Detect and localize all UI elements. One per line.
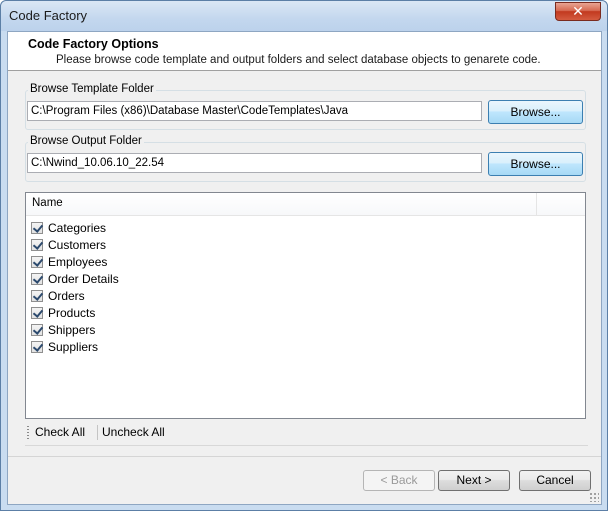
list-item[interactable]: Order Details	[31, 270, 119, 287]
list-item-label: Shippers	[48, 322, 96, 337]
list-item[interactable]: Shippers	[31, 321, 95, 338]
checked-checkbox-icon[interactable]	[31, 238, 43, 251]
list-item-label: Customers	[48, 237, 107, 252]
list-item[interactable]: Products	[31, 304, 95, 321]
list-item-label: Employees	[48, 254, 108, 269]
check-all-button[interactable]: Check All	[35, 425, 85, 439]
checked-checkbox-icon[interactable]	[31, 306, 43, 319]
list-item[interactable]: Employees	[31, 253, 107, 270]
checked-checkbox-icon[interactable]	[31, 272, 43, 285]
template-folder-input[interactable]: C:\Program Files (x86)\Database Master\C…	[27, 101, 482, 121]
checked-checkbox-icon[interactable]	[31, 255, 43, 268]
next-button[interactable]: Next >	[438, 470, 510, 491]
back-button[interactable]: < Back	[363, 470, 435, 491]
close-icon: ✕	[572, 3, 584, 19]
list-item[interactable]: Categories	[31, 219, 106, 236]
window-title: Code Factory	[9, 8, 88, 23]
list-item-label: Order Details	[48, 271, 119, 286]
toolbar-separator	[97, 425, 98, 440]
resize-grip-icon[interactable]	[589, 492, 599, 502]
list-item-label: Suppliers	[48, 339, 99, 354]
header-title: Code Factory Options	[28, 37, 159, 51]
list-header: Name	[26, 193, 585, 216]
code-factory-window: Code Factory ✕ Code Factory Options Plea…	[0, 0, 608, 511]
list-item-label: Categories	[48, 220, 107, 235]
dialog-client-area: Code Factory Options Please browse code …	[7, 31, 602, 505]
title-bar[interactable]: Code Factory ✕	[1, 1, 607, 31]
header-panel: Code Factory Options Please browse code …	[8, 32, 601, 71]
list-item[interactable]: Suppliers	[31, 338, 98, 355]
list-item[interactable]: Orders	[31, 287, 85, 304]
list-toolbar: Check All Uncheck All	[25, 420, 588, 446]
footer-divider	[8, 456, 601, 457]
template-folder-label: Browse Template Folder	[28, 83, 156, 95]
list-item-label: Orders	[48, 288, 85, 303]
browse-template-button[interactable]: Browse...	[488, 100, 583, 124]
checked-checkbox-icon[interactable]	[31, 289, 43, 302]
browse-output-button[interactable]: Browse...	[488, 152, 583, 176]
close-button[interactable]: ✕	[555, 2, 601, 21]
checked-checkbox-icon[interactable]	[31, 221, 43, 234]
name-column-header[interactable]: Name	[26, 193, 537, 215]
list-item-label: Products	[48, 305, 96, 320]
list-item[interactable]: Customers	[31, 236, 106, 253]
uncheck-all-button[interactable]: Uncheck All	[102, 425, 165, 439]
cancel-button[interactable]: Cancel	[519, 470, 591, 491]
toolbar-grip-icon[interactable]	[27, 426, 29, 440]
output-folder-label: Browse Output Folder	[28, 135, 144, 147]
output-folder-input[interactable]: C:\Nwind_10.06.10_22.54	[27, 153, 482, 173]
database-objects-list[interactable]: Name Categories Customers Employees Orde…	[25, 192, 586, 419]
checked-checkbox-icon[interactable]	[31, 323, 43, 336]
checked-checkbox-icon[interactable]	[31, 340, 43, 353]
header-description: Please browse code template and output f…	[56, 54, 541, 66]
